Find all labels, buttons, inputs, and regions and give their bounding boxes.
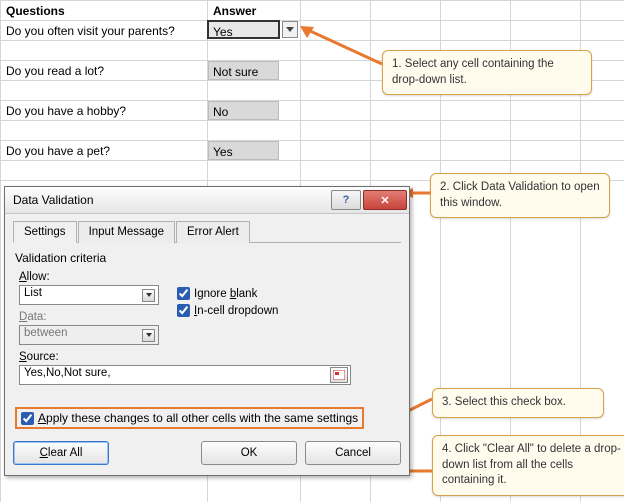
close-button[interactable]: ✕ bbox=[363, 190, 407, 210]
column-header-answer: Answer bbox=[209, 1, 260, 21]
dropdown-button[interactable] bbox=[282, 21, 298, 38]
ignore-blank-label: Ignore blank bbox=[194, 288, 257, 300]
clear-all-button[interactable]: Clear All bbox=[13, 441, 109, 465]
answer-cell-selected[interactable]: Yes bbox=[207, 20, 280, 39]
ignore-blank-checkbox[interactable]: Ignore blank bbox=[177, 287, 278, 300]
question-cell[interactable]: Do you read a lot? bbox=[2, 61, 108, 81]
callout-4: 4. Click "Clear All" to delete a drop-do… bbox=[432, 435, 624, 496]
answer-cell[interactable]: Yes bbox=[208, 141, 279, 160]
tab-settings[interactable]: Settings bbox=[13, 221, 77, 243]
callout-3: 3. Select this check box. bbox=[432, 388, 604, 418]
source-label: Source: bbox=[19, 351, 401, 363]
apply-changes-input[interactable] bbox=[21, 412, 34, 425]
question-cell[interactable]: Do you have a pet? bbox=[2, 141, 114, 161]
dialog-title: Data Validation bbox=[13, 193, 329, 207]
apply-changes-label: Apply these changes to all other cells w… bbox=[38, 411, 358, 425]
dialog-titlebar[interactable]: Data Validation ? ✕ bbox=[5, 187, 409, 214]
callout-2: 2. Click Data Validation to open this wi… bbox=[430, 173, 610, 218]
range-picker-button[interactable] bbox=[330, 367, 348, 383]
allow-value: List bbox=[24, 287, 42, 299]
tab-input-message[interactable]: Input Message bbox=[78, 221, 175, 243]
data-combo: between bbox=[19, 325, 159, 345]
allow-label: Allow: bbox=[19, 271, 159, 283]
column-header-questions: Questions bbox=[2, 1, 69, 21]
question-cell[interactable]: Do you often visit your parents? bbox=[2, 21, 179, 41]
chevron-down-icon bbox=[286, 27, 294, 33]
validation-criteria-label: Validation criteria bbox=[15, 251, 401, 265]
incell-dropdown-checkbox[interactable]: In-cell dropdown bbox=[177, 304, 278, 317]
help-icon: ? bbox=[343, 194, 350, 206]
ignore-blank-input[interactable] bbox=[177, 287, 190, 300]
tab-error-alert[interactable]: Error Alert bbox=[176, 221, 250, 243]
answer-cell[interactable]: Not sure bbox=[208, 61, 279, 80]
incell-dropdown-label: In-cell dropdown bbox=[194, 305, 278, 317]
question-cell[interactable]: Do you have a hobby? bbox=[2, 101, 130, 121]
close-icon: ✕ bbox=[380, 194, 389, 207]
allow-combo[interactable]: List bbox=[19, 285, 159, 305]
cancel-button[interactable]: Cancel bbox=[305, 441, 401, 465]
source-value: Yes,No,Not sure, bbox=[24, 367, 111, 379]
incell-dropdown-input[interactable] bbox=[177, 304, 190, 317]
range-picker-icon bbox=[333, 370, 345, 380]
source-input[interactable]: Yes,No,Not sure, bbox=[19, 365, 351, 385]
apply-changes-checkbox-row[interactable]: Apply these changes to all other cells w… bbox=[15, 407, 364, 429]
data-value: between bbox=[24, 327, 67, 339]
ok-button[interactable]: OK bbox=[201, 441, 297, 465]
data-label: Data: bbox=[19, 311, 159, 323]
answer-cell[interactable]: No bbox=[208, 101, 279, 120]
data-validation-dialog: Data Validation ? ✕ Settings Input Messa… bbox=[4, 186, 410, 476]
callout-1: 1. Select any cell containing the drop-d… bbox=[382, 50, 592, 95]
dialog-tabs: Settings Input Message Error Alert bbox=[13, 220, 401, 243]
help-button[interactable]: ? bbox=[331, 190, 361, 210]
